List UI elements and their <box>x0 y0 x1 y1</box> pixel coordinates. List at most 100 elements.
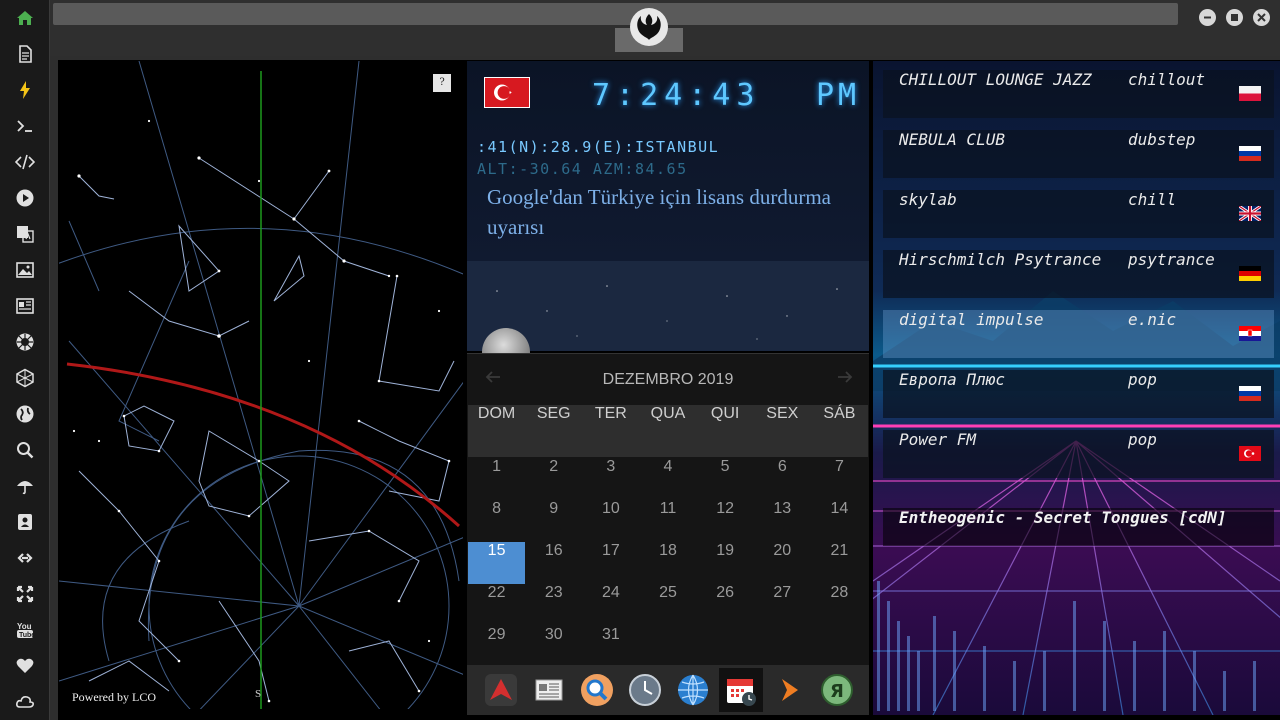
station-genre: psytrance <box>1128 250 1215 269</box>
calendar-day[interactable]: 21 <box>811 542 868 584</box>
calendar-day[interactable]: 24 <box>582 584 639 626</box>
calendar-day-today[interactable]: 15 <box>468 542 526 584</box>
sidebar-item-umbrella[interactable] <box>0 468 50 504</box>
sidebar-item-rebel[interactable] <box>0 324 50 360</box>
station-row[interactable]: CHILLOUT LOUNGE JAZZ chillout <box>883 70 1274 118</box>
news-icon <box>16 298 34 314</box>
calendar-day[interactable]: 31 <box>582 626 639 668</box>
youtube-icon: YouTube <box>17 622 35 639</box>
play-arrow-app-icon <box>782 679 798 701</box>
sidebar-item-heart[interactable] <box>0 648 50 684</box>
sidebar-item-document[interactable] <box>0 36 50 72</box>
station-row-selected[interactable]: digital impulse e.nic <box>883 310 1274 358</box>
sidebar-item-expand[interactable] <box>0 576 50 612</box>
calendar-app-icon <box>727 679 756 706</box>
calendar-day[interactable]: 16 <box>525 542 582 584</box>
rebel-alliance-icon <box>16 333 34 351</box>
dock-app-play-arrow[interactable] <box>767 668 811 712</box>
sidebar-item-contact[interactable] <box>0 504 50 540</box>
station-row[interactable]: Power FM pop <box>883 430 1274 478</box>
close-icon <box>1257 13 1266 22</box>
svg-text:Tube: Tube <box>19 632 35 639</box>
russia-flag-icon <box>1239 386 1261 401</box>
calendar-day[interactable]: 7 <box>811 458 868 500</box>
sidebar-item-link[interactable] <box>0 540 50 576</box>
calendar-day[interactable]: 14 <box>811 500 868 542</box>
station-genre: e.nic <box>1128 310 1177 329</box>
calendar-day[interactable]: 22 <box>468 584 525 626</box>
sidebar-item-search[interactable] <box>0 432 50 468</box>
code-icon <box>15 154 35 170</box>
calendar-day[interactable]: 9 <box>525 500 582 542</box>
calendar-day[interactable]: 30 <box>525 626 582 668</box>
expand-icon <box>16 585 34 603</box>
dock-app-calendar[interactable] <box>719 668 763 712</box>
sidebar-item-image[interactable] <box>0 252 50 288</box>
dock-app-newspaper[interactable] <box>527 668 571 712</box>
sidebar-item-code[interactable] <box>0 144 50 180</box>
calendar-day[interactable]: 11 <box>639 500 696 542</box>
chain-link-icon <box>17 553 33 563</box>
sidebar-item-hexagon[interactable] <box>0 360 50 396</box>
address-bar[interactable] <box>53 3 1178 25</box>
calendar-day[interactable]: 17 <box>582 542 639 584</box>
clock-time: 7:24:43 <box>592 78 761 113</box>
dock-app-search[interactable] <box>575 668 619 712</box>
minimize-button[interactable] <box>1199 9 1216 26</box>
station-name: digital impulse <box>899 310 1044 329</box>
station-row[interactable]: skylab chill <box>883 190 1274 238</box>
rebel-alliance-logo-icon[interactable] <box>630 8 668 46</box>
weekday-label: QUI <box>710 405 740 422</box>
station-row[interactable]: Европа Плюс pop <box>883 370 1274 418</box>
sidebar-item-lightning[interactable] <box>0 72 50 108</box>
geo-location: :41(N):28.9(E):ISTANBUL <box>477 138 720 156</box>
sidebar-item-globe[interactable] <box>0 396 50 432</box>
station-row[interactable]: NEBULA CLUB dubstep <box>883 130 1274 178</box>
svg-text:Я: Я <box>830 681 844 702</box>
sidebar-item-terminal[interactable] <box>0 108 50 144</box>
dock-app-clock[interactable] <box>623 668 667 712</box>
calendar-day[interactable]: 3 <box>582 458 639 500</box>
calendar-day[interactable]: 8 <box>468 500 525 542</box>
cloud-icon <box>16 696 34 708</box>
newspaper-app-icon <box>535 679 563 701</box>
calendar-day[interactable]: 2 <box>525 458 582 500</box>
maximize-button[interactable] <box>1226 9 1243 26</box>
calendar-day[interactable]: 28 <box>811 584 868 626</box>
calendar-day[interactable]: 27 <box>754 584 811 626</box>
dock-app-globe[interactable] <box>671 668 715 712</box>
station-row[interactable]: Hirschmilch Psytrance psytrance <box>883 250 1274 298</box>
calendar-day[interactable]: 12 <box>697 500 754 542</box>
calendar-day[interactable]: 10 <box>582 500 639 542</box>
sidebar-item-play[interactable] <box>0 180 50 216</box>
sidebar-item-translate[interactable] <box>0 216 50 252</box>
sidebar-item-cloud[interactable] <box>0 684 50 720</box>
station-genre: chill <box>1128 190 1177 209</box>
calendar-day[interactable]: 13 <box>754 500 811 542</box>
calendar-day[interactable]: 18 <box>639 542 696 584</box>
star-map[interactable] <box>59 61 463 709</box>
sidebar-item-news[interactable] <box>0 288 50 324</box>
hexagon-icon <box>16 368 34 388</box>
sidebar-item-home[interactable] <box>0 0 50 36</box>
close-button[interactable] <box>1253 9 1270 26</box>
left-sidebar: You Tube <box>0 0 50 720</box>
calendar-day[interactable]: 20 <box>754 542 811 584</box>
dock-app-yandex[interactable]: Я <box>815 668 859 712</box>
calendar-day[interactable]: 19 <box>697 542 754 584</box>
news-headline[interactable]: Google'dan Türkiye için lisans durdurma … <box>487 182 847 242</box>
calendar-day[interactable]: 4 <box>639 458 696 500</box>
calendar-day[interactable]: 23 <box>525 584 582 626</box>
calendar-day[interactable]: 29 <box>468 626 525 668</box>
sidebar-item-youtube[interactable]: You Tube <box>0 612 50 648</box>
dock-app-red-triangle[interactable] <box>479 668 523 712</box>
calendar-day[interactable]: 25 <box>639 584 696 626</box>
calendar-day[interactable]: 1 <box>468 458 525 500</box>
calendar-day[interactable]: 5 <box>697 458 754 500</box>
turkey-flag-icon[interactable] <box>484 77 530 108</box>
turkey-flag-graphic <box>494 84 512 101</box>
red-triangle-app-icon <box>485 674 517 706</box>
calendar-day[interactable]: 6 <box>754 458 811 500</box>
star-map-help-button[interactable]: ? <box>433 74 451 92</box>
calendar-day[interactable]: 26 <box>697 584 754 626</box>
